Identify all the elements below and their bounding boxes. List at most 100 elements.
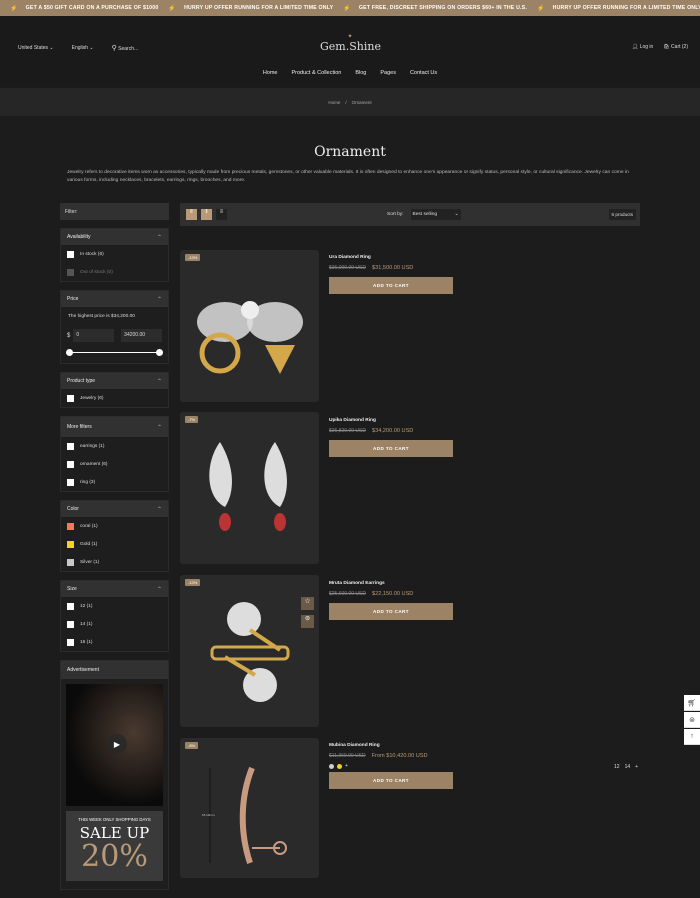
product-type-header[interactable]: Product type ⌃ xyxy=(61,373,168,389)
filter-label: Filter: xyxy=(60,203,169,220)
login-link[interactable]: 👤︎ Log in xyxy=(632,44,653,50)
ad-video[interactable]: ▶ xyxy=(66,684,163,806)
filter-option[interactable]: ring (3) xyxy=(61,473,168,491)
wishlist-star-icon[interactable]: ☆ xyxy=(301,597,314,610)
sale-price: $31,500.00 USD xyxy=(371,265,414,271)
bolt-icon: ⚡ xyxy=(10,5,18,12)
product-name[interactable]: Mruta Diamond Earrings xyxy=(329,581,453,586)
swatch-silver[interactable] xyxy=(329,763,334,769)
filter-option[interactable]: 16 (1) xyxy=(61,633,168,651)
product-info: Upika Diamond Ring $36,820.00 USD $34,200… xyxy=(329,418,453,457)
country-selector[interactable]: United States ⌄ xyxy=(18,45,54,51)
compare-icon[interactable]: ⊜ xyxy=(301,615,314,628)
checkbox xyxy=(67,250,74,258)
slider-min-handle[interactable] xyxy=(66,349,73,356)
ad-promo[interactable]: THIS WEEK ONLY SHOPPING DAYS SALE UP 20% xyxy=(66,811,163,881)
sale-price: $22,150.00 USD xyxy=(371,591,414,597)
slider-max-handle[interactable] xyxy=(156,349,163,356)
search-icon: ⚲ xyxy=(111,45,117,52)
price-max-input[interactable]: 34200.00 xyxy=(121,329,162,342)
checkbox xyxy=(67,602,74,610)
product-name[interactable]: Upika Diamond Ring xyxy=(329,418,453,423)
checkbox xyxy=(67,442,74,450)
nav-pages[interactable]: Pages xyxy=(380,70,396,76)
size-header[interactable]: Size ⌃ xyxy=(61,581,168,597)
product-image[interactable]: -13% xyxy=(180,250,319,402)
discount-badge: -13% xyxy=(185,254,201,261)
add-to-cart-button[interactable]: ADD TO CART xyxy=(329,772,453,789)
product-info: Mruta Diamond Earrings $25,600.00 USD $22… xyxy=(329,581,453,620)
grid-view-2-icon[interactable]: ‖ xyxy=(201,209,212,220)
chevron-up-icon: ⌃ xyxy=(156,424,162,431)
list-view-icon[interactable]: ≡ xyxy=(216,209,227,220)
add-to-cart-button[interactable]: ADD TO CART xyxy=(329,440,453,457)
earring-image: 15.10mm xyxy=(202,766,287,864)
earrings-image xyxy=(209,442,287,531)
chevron-up-icon: ⌃ xyxy=(156,586,162,593)
cart-icon: 🛍︎ xyxy=(663,44,670,50)
nav-home[interactable]: Home xyxy=(263,70,278,76)
checkbox xyxy=(67,620,74,628)
availability-filter: Availability ⌃ In stock (6) Out of stock … xyxy=(60,228,169,282)
filter-option[interactable]: ornament (6) xyxy=(61,455,168,473)
color-swatch xyxy=(67,558,74,566)
price-min-input[interactable]: 0 xyxy=(73,329,115,342)
add-to-cart-button[interactable]: ADD TO CART xyxy=(329,603,453,620)
breadcrumb-home[interactable]: Home xyxy=(328,100,340,105)
checkbox xyxy=(67,268,74,276)
cart-link[interactable]: 🛍︎ Cart (2) xyxy=(663,44,688,50)
filter-option[interactable]: 14 (1) xyxy=(61,615,168,633)
play-icon[interactable]: ▶ xyxy=(107,734,127,754)
product-image[interactable]: -8% 15.10mm xyxy=(180,738,319,878)
product-name[interactable]: Ura Diamond Ring xyxy=(329,255,453,260)
filter-sidebar: Filter: Availability ⌃ In stock (6) Out o… xyxy=(60,203,169,898)
sale-price: From $10,420.00 USD xyxy=(371,753,428,759)
filter-option[interactable]: 12 (1) xyxy=(61,597,168,615)
product-type-filter: Product type ⌃ Jewelry (6) xyxy=(60,372,169,408)
chevron-up-icon: ⌃ xyxy=(156,296,162,303)
bolt-icon: ⚡ xyxy=(343,5,351,12)
sale-price: $34,200.00 USD xyxy=(371,428,414,434)
color-option[interactable]: Silver (1) xyxy=(61,553,168,571)
color-header[interactable]: Color ⌃ xyxy=(61,501,168,517)
scroll-top-icon[interactable]: ↑ xyxy=(684,729,700,745)
language-selector[interactable]: English ⌄ xyxy=(72,45,94,51)
breadcrumb: Home / Ornament xyxy=(0,88,700,116)
nav-product-collection[interactable]: Product & Collection xyxy=(291,70,341,76)
product-toolbar: ⦀ ‖ ≡ Sort by: Best selling ⌄ 6 products xyxy=(180,203,640,226)
nav-blog[interactable]: Blog xyxy=(355,70,366,76)
floating-cart-icon[interactable]: 🛒︎ xyxy=(684,695,700,711)
advertisement: Advertisement ▶ THIS WEEK ONLY SHOPPING … xyxy=(60,660,169,890)
chevron-up-icon: ⌃ xyxy=(156,378,162,385)
checkbox xyxy=(67,394,74,402)
price-header[interactable]: Price ⌃ xyxy=(61,291,168,307)
grid-view-3-icon[interactable]: ⦀ xyxy=(186,209,197,220)
sort-select[interactable]: Best selling ⌄ xyxy=(410,209,461,220)
availability-header[interactable]: Availability ⌃ xyxy=(61,229,168,245)
price-filter: Price ⌃ The highest price is $34,200.00 $… xyxy=(60,290,169,364)
nav-contact[interactable]: Contact Us xyxy=(410,70,437,76)
floating-compare-icon[interactable]: ⊜ xyxy=(684,712,700,728)
logo[interactable]: ✦ Gem.Shine xyxy=(320,34,381,54)
product-image[interactable]: -13% ☆ ⊜ xyxy=(180,575,319,727)
checkbox xyxy=(67,478,74,486)
main-nav: Home Product & Collection Blog Pages Con… xyxy=(0,66,700,84)
filter-option[interactable]: Jewelry (6) xyxy=(61,389,168,407)
chevron-up-icon: ⌃ xyxy=(156,506,162,513)
more-filters-header[interactable]: More filters ⌃ xyxy=(61,417,168,437)
product-name[interactable]: Mubina Diamond Ring xyxy=(329,743,453,748)
filter-option: Out of stock (0) xyxy=(61,263,168,281)
search-button[interactable]: ⚲ Search... xyxy=(112,44,139,52)
swatch-gold[interactable] xyxy=(337,763,342,769)
add-to-cart-button[interactable]: ADD TO CART xyxy=(329,277,453,294)
discount-badge: -8% xyxy=(185,742,199,749)
filter-option[interactable]: In stock (6) xyxy=(61,245,168,263)
discount-badge: -7% xyxy=(185,416,199,423)
color-option[interactable]: Gold (1) xyxy=(61,535,168,553)
product-count: 6 products xyxy=(608,209,636,220)
price-slider[interactable] xyxy=(66,345,163,359)
filter-option[interactable]: earrings (1) xyxy=(61,437,168,455)
color-option[interactable]: coral (1) xyxy=(61,517,168,535)
product-image[interactable]: -7% xyxy=(180,412,319,564)
bolt-icon: ⚡ xyxy=(536,5,545,12)
